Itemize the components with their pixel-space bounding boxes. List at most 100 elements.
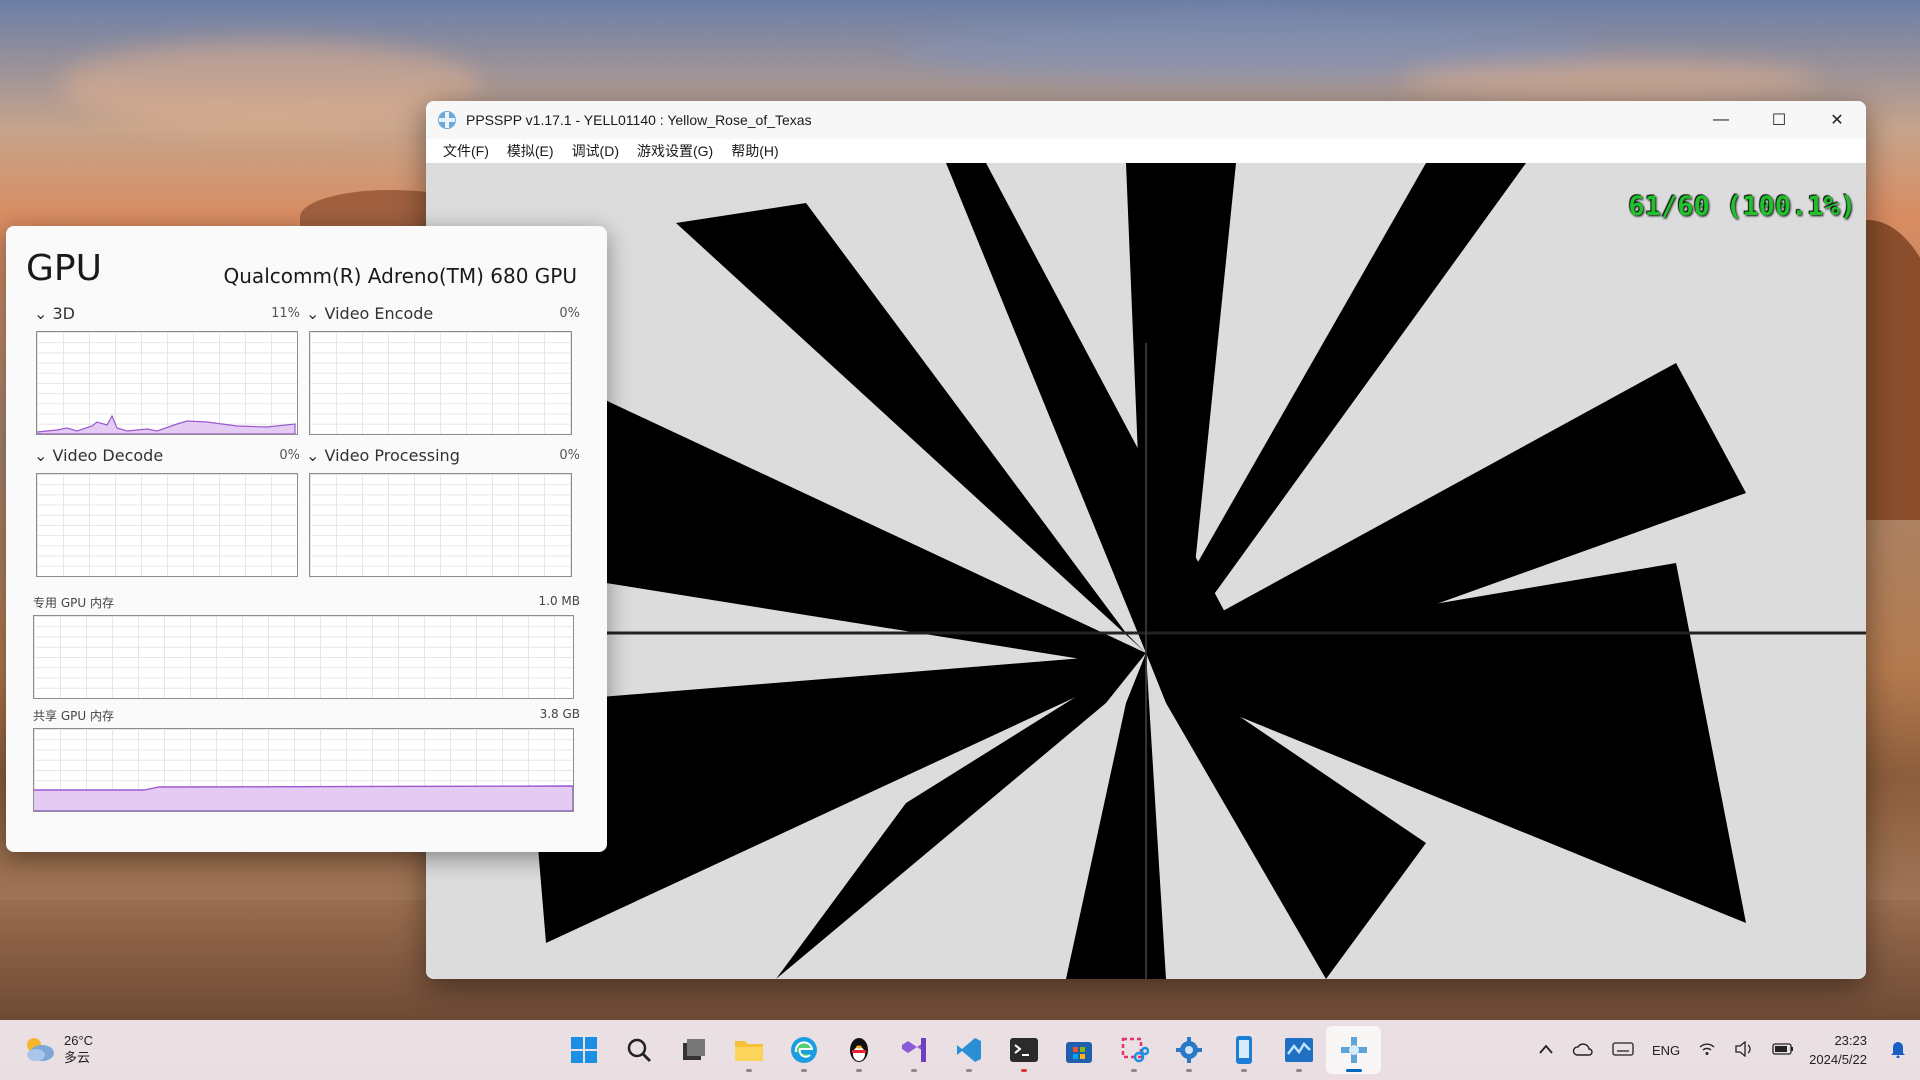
chevron-down-icon: ⌄ bbox=[34, 446, 48, 465]
graph-shared-memory-line bbox=[34, 785, 573, 811]
shared-memory-label: 共享 GPU 内存 bbox=[33, 709, 114, 723]
chevron-down-icon: ⌄ bbox=[34, 304, 48, 323]
ppsspp-window: PPSSPP v1.17.1 - YELL01140 : Yellow_Rose… bbox=[426, 101, 1866, 979]
weather-condition: 多云 bbox=[64, 1050, 91, 1065]
task-manager-button[interactable] bbox=[1271, 1026, 1326, 1074]
microsoft-store-button[interactable] bbox=[1051, 1026, 1106, 1074]
gear-icon bbox=[1175, 1037, 1202, 1063]
qq-button[interactable] bbox=[831, 1026, 886, 1074]
maximize-button[interactable]: ☐ bbox=[1750, 101, 1808, 139]
clock-date: 2024/5/22 bbox=[1809, 1052, 1867, 1067]
graph-shared-memory bbox=[33, 728, 574, 812]
menu-debug[interactable]: 调试(D) bbox=[563, 141, 628, 161]
running-indicator bbox=[1185, 1069, 1192, 1072]
task-manager-gpu-panel: GPU Qualcomm(R) Adreno(TM) 680 GPU ⌄ 3D … bbox=[6, 226, 607, 852]
microsoft-store-icon bbox=[1065, 1042, 1092, 1063]
graph-video-decode bbox=[36, 473, 298, 577]
running-indicator bbox=[910, 1069, 917, 1072]
minimize-button[interactable]: — bbox=[1692, 101, 1750, 139]
file-explorer-button[interactable] bbox=[721, 1026, 776, 1074]
clock-time: 23:23 bbox=[1834, 1033, 1867, 1048]
chevron-up-icon[interactable] bbox=[1538, 1043, 1554, 1058]
input-language[interactable]: ENG bbox=[1652, 1043, 1680, 1058]
chevron-down-icon: ⌄ bbox=[306, 446, 320, 465]
active-indicator bbox=[1345, 1069, 1362, 1072]
running-indicator bbox=[1130, 1069, 1137, 1072]
running-indicator bbox=[855, 1069, 862, 1072]
start-button[interactable] bbox=[556, 1026, 611, 1074]
engine-video-decode-selector[interactable]: ⌄ Video Decode bbox=[34, 446, 163, 465]
shared-memory-value: 3.8 GB bbox=[539, 707, 580, 721]
graph-3d bbox=[36, 331, 298, 435]
menu-file[interactable]: 文件(F) bbox=[434, 141, 498, 161]
phone-icon bbox=[1235, 1036, 1252, 1064]
graph-3d-line bbox=[37, 414, 296, 434]
weather-temperature: 26°C bbox=[64, 1033, 94, 1048]
game-screen[interactable]: 61/60 (100.1%) bbox=[426, 163, 1866, 979]
vscode-icon bbox=[956, 1038, 981, 1062]
search-icon bbox=[627, 1038, 651, 1062]
graph-dedicated-memory bbox=[33, 615, 574, 699]
fps-counter: 61/60 (100.1%) bbox=[1628, 191, 1856, 222]
vscode-button[interactable] bbox=[941, 1026, 996, 1074]
engine-3d-percent: 11% bbox=[271, 306, 300, 321]
engine-3d-selector[interactable]: ⌄ 3D bbox=[34, 304, 75, 323]
maximize-icon: ☐ bbox=[1771, 112, 1787, 129]
notification-bell-icon[interactable] bbox=[1890, 1040, 1906, 1061]
visual-studio-icon bbox=[901, 1038, 926, 1062]
running-indicator bbox=[1295, 1069, 1302, 1072]
minimize-icon: — bbox=[1713, 111, 1729, 128]
dedicated-memory-label: 专用 GPU 内存 bbox=[33, 596, 114, 610]
running-indicator bbox=[745, 1069, 752, 1072]
running-indicator bbox=[965, 1069, 972, 1072]
clock[interactable]: 23:23 2024/5/22 bbox=[1809, 1031, 1867, 1069]
menu-emulation[interactable]: 模拟(E) bbox=[498, 141, 563, 161]
window-title: PPSSPP v1.17.1 - YELL01140 : Yellow_Rose… bbox=[466, 112, 812, 128]
close-button[interactable]: ✕ bbox=[1808, 101, 1866, 139]
keyboard-icon[interactable] bbox=[1612, 1041, 1634, 1059]
ppsspp-titlebar[interactable]: PPSSPP v1.17.1 - YELL01140 : Yellow_Rose… bbox=[426, 101, 1866, 139]
menu-help[interactable]: 帮助(H) bbox=[722, 141, 787, 161]
terminal-button[interactable] bbox=[996, 1026, 1051, 1074]
graph-video-processing bbox=[309, 473, 572, 577]
phone-link-button[interactable] bbox=[1216, 1026, 1271, 1074]
engine-video-processing-label: Video Processing bbox=[324, 446, 460, 465]
graph-video-encode bbox=[309, 331, 572, 435]
engine-video-processing-selector[interactable]: ⌄ Video Processing bbox=[306, 446, 460, 465]
edge-browser-icon bbox=[790, 1037, 817, 1063]
ppsspp-icon bbox=[1340, 1037, 1367, 1063]
folder-icon bbox=[734, 1041, 763, 1061]
engine-video-processing-percent: 0% bbox=[559, 448, 580, 463]
running-indicator bbox=[1240, 1069, 1247, 1072]
weather-widget[interactable]: 26°C 多云 bbox=[22, 1032, 93, 1066]
qq-penguin-icon bbox=[849, 1038, 868, 1062]
engine-video-encode-label: Video Encode bbox=[324, 304, 434, 323]
partly-cloudy-icon bbox=[27, 1038, 54, 1061]
snipping-tool-icon bbox=[1121, 1037, 1149, 1063]
gear-app-button[interactable] bbox=[1161, 1026, 1216, 1074]
engine-video-encode-percent: 0% bbox=[559, 306, 580, 321]
task-view-button[interactable] bbox=[666, 1026, 721, 1074]
dedicated-memory-value: 1.0 MB bbox=[538, 594, 580, 608]
volume-icon[interactable] bbox=[1734, 1040, 1754, 1060]
system-tray: ENG 23:23 2024/5/22 bbox=[1529, 1020, 1920, 1080]
ppsspp-taskbar-button[interactable] bbox=[1326, 1026, 1381, 1074]
running-indicator bbox=[1020, 1069, 1027, 1072]
visual-studio-button[interactable] bbox=[886, 1026, 941, 1074]
taskbar: 26°C 多云 ENG 23:23 2024/5/22 bbox=[0, 1020, 1920, 1080]
engine-video-encode-selector[interactable]: ⌄ Video Encode bbox=[306, 304, 433, 323]
engine-3d-label: 3D bbox=[52, 304, 76, 323]
search-button[interactable] bbox=[611, 1026, 666, 1074]
wifi-icon[interactable] bbox=[1698, 1042, 1716, 1059]
ppsspp-app-icon bbox=[438, 111, 456, 129]
engine-video-decode-label: Video Decode bbox=[52, 446, 164, 465]
onedrive-cloud-icon[interactable] bbox=[1572, 1042, 1594, 1059]
snipping-tool-button[interactable] bbox=[1106, 1026, 1161, 1074]
gpu-title: GPU bbox=[26, 248, 102, 289]
task-manager-icon bbox=[1284, 1038, 1313, 1062]
taskbar-app-list bbox=[556, 1026, 1381, 1074]
edge-browser-button[interactable] bbox=[776, 1026, 831, 1074]
menu-game-settings[interactable]: 游戏设置(G) bbox=[628, 141, 722, 161]
battery-icon[interactable] bbox=[1772, 1042, 1794, 1058]
close-icon: ✕ bbox=[1830, 112, 1844, 129]
